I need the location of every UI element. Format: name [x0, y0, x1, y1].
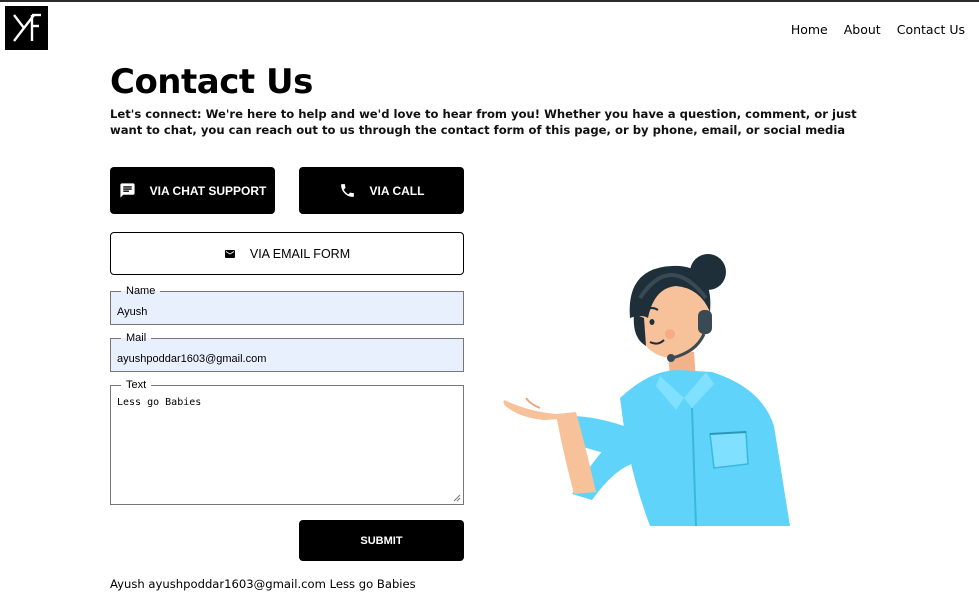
chat-support-button[interactable]: VIA CHAT SUPPORT	[110, 167, 275, 214]
resize-grip-icon[interactable]	[453, 494, 461, 502]
call-button[interactable]: VIA CALL	[299, 167, 464, 214]
name-legend: Name	[126, 285, 156, 297]
phone-icon	[340, 184, 354, 197]
call-label: VIA CALL	[369, 183, 425, 198]
page-title: Contact Us	[110, 62, 313, 102]
top-nav: Home About Contact Us	[791, 22, 965, 37]
mail-legend: Mail	[126, 332, 147, 344]
support-agent-illustration	[503, 254, 790, 527]
mail-fieldset: Mail	[110, 333, 464, 372]
email-form-button[interactable]: VIA EMAIL FORM	[110, 232, 464, 275]
page-intro: Let's connect: We're here to help and we…	[110, 107, 857, 137]
text-legend: Text	[126, 379, 147, 391]
name-input[interactable]	[117, 306, 457, 318]
submit-button[interactable]: SUBMIT	[299, 520, 464, 561]
mail-input[interactable]	[117, 353, 457, 365]
nav-home-link[interactable]: Home	[791, 22, 828, 37]
email-form-label: VIA EMAIL FORM	[249, 246, 351, 261]
text-area[interactable]: Less go Babies	[117, 397, 457, 502]
mail-icon	[224, 249, 235, 258]
submit-label: SUBMIT	[360, 534, 403, 547]
top-border	[0, 0, 979, 2]
submitted-echo-text: Ayush ayushpoddar1603@gmail.com Less go …	[110, 577, 416, 591]
nav-about-link[interactable]: About	[844, 22, 881, 37]
nav-contact-link[interactable]: Contact Us	[897, 22, 965, 37]
name-fieldset: Name	[110, 286, 464, 325]
chat-icon	[120, 183, 135, 198]
chat-support-label: VIA CHAT SUPPORT	[149, 183, 267, 198]
xf-logo-icon	[12, 13, 41, 42]
site-logo[interactable]	[5, 6, 48, 50]
text-fieldset: Text Less go Babies	[110, 380, 464, 505]
